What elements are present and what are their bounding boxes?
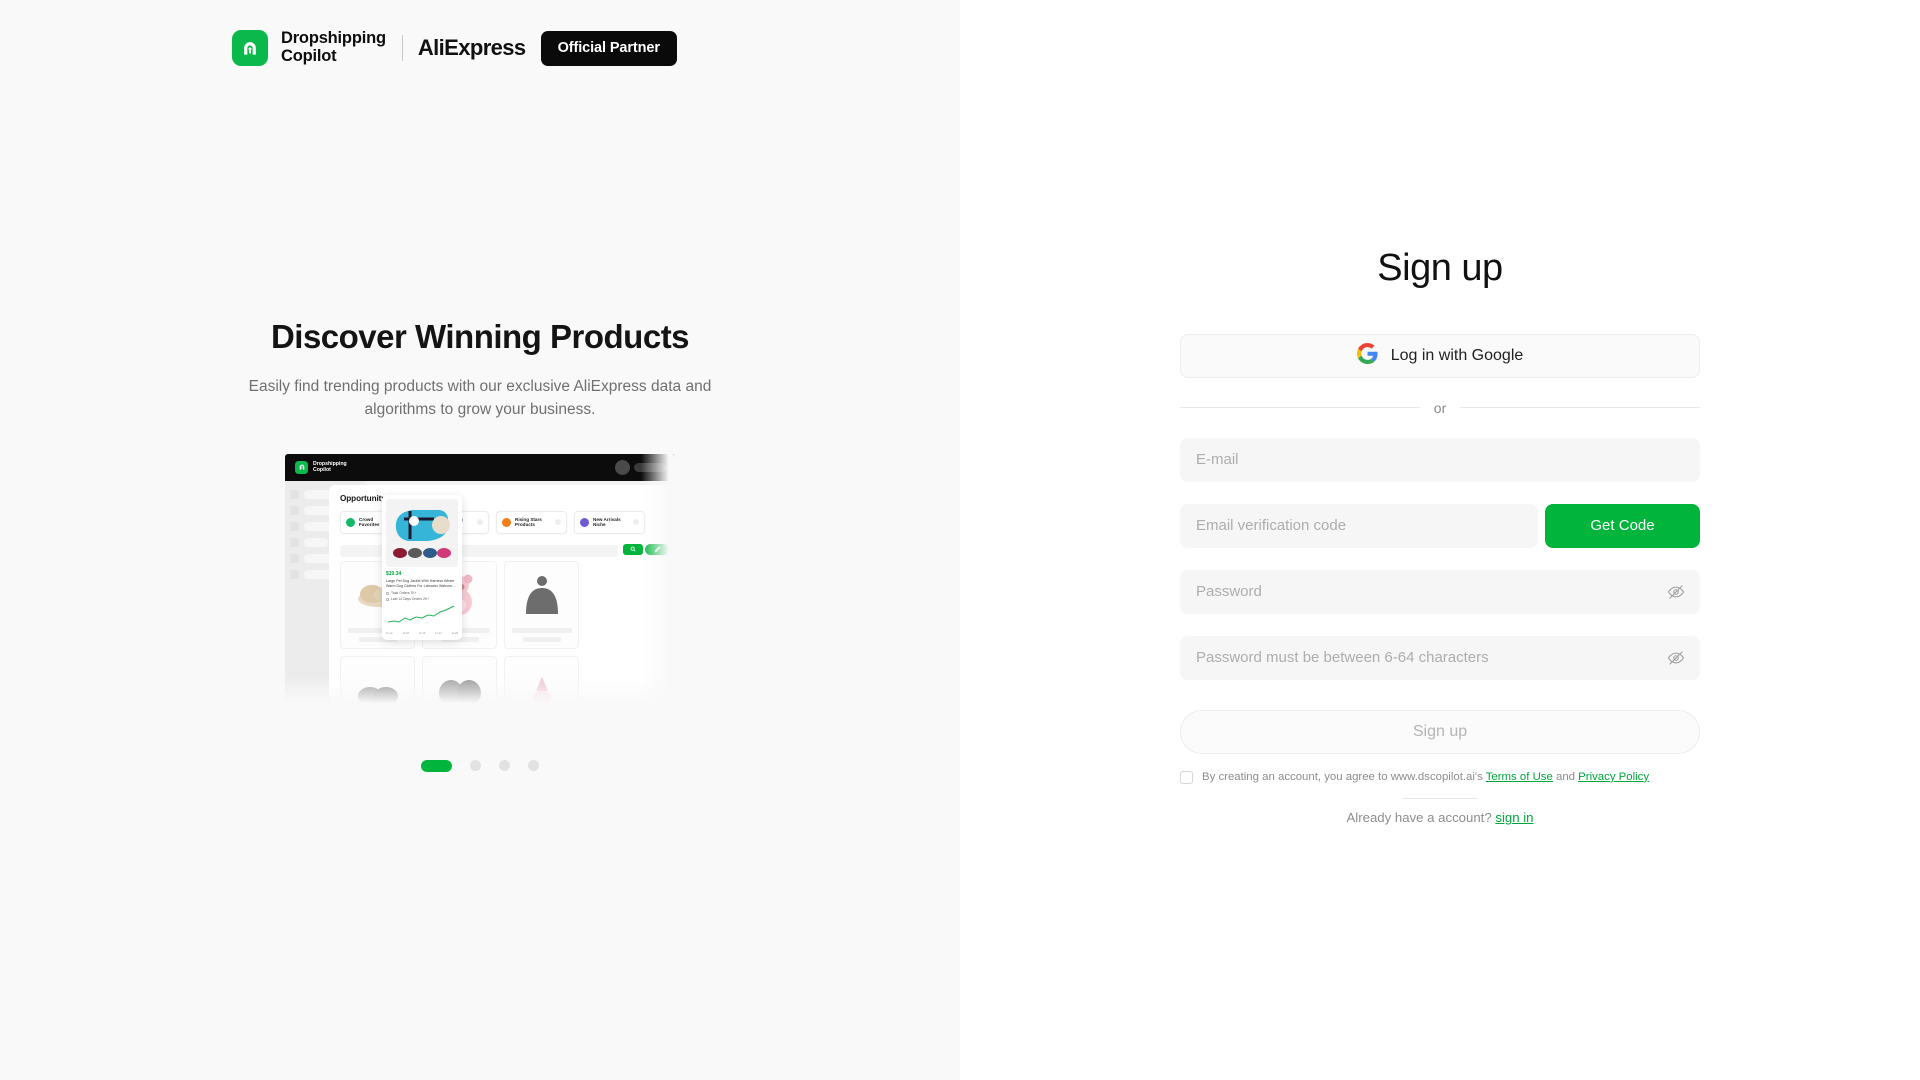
stat-label: Last 14 Days Orders 2K+ — [391, 597, 429, 601]
divider-line-left — [1180, 407, 1420, 408]
stat-label: Total Orders 7K+ — [391, 591, 417, 595]
mockup-topbar: Dropshipping Copilot — [285, 454, 675, 481]
stat-box-icon — [386, 592, 389, 595]
product-thumbnail — [512, 664, 572, 707]
featured-total-orders: Total Orders 7K+ — [386, 591, 458, 595]
password-input[interactable] — [1196, 583, 1684, 600]
featured-recent-orders: Last 14 Days Orders 2K+ — [386, 597, 458, 601]
tab-ghost-dot — [477, 519, 483, 525]
mockup-avatar — [615, 460, 630, 475]
featured-product-title: Large Pet Dog Jacket With Harness Winter… — [386, 579, 458, 589]
mockup-product-card — [504, 561, 579, 649]
new-arrivals-niche-icon — [580, 518, 589, 527]
terms-of-use-link[interactable]: Terms of Use — [1486, 771, 1553, 783]
email-field[interactable] — [1180, 438, 1700, 482]
orders-trend-sparkline — [386, 604, 458, 626]
divider-label: or — [1434, 400, 1446, 416]
google-g-icon — [1357, 343, 1378, 369]
hero-subtitle: Easily find trending products with our e… — [235, 376, 725, 422]
divider-line-right — [1460, 407, 1700, 408]
confirm-password-field[interactable] — [1180, 636, 1700, 680]
mockup-tab-new-arrivals-niche: New Arrivals Niche — [574, 511, 645, 534]
search-icon — [623, 544, 643, 555]
featured-product-image — [386, 499, 458, 567]
small-divider — [1402, 798, 1478, 799]
mockup-tab-label: Rising Stars Products — [515, 517, 551, 528]
signin-link[interactable]: sign in — [1495, 810, 1533, 825]
mockup-opportunity-finder-panel: Opportunity Finder Crowd Favorites DS Wi… — [329, 485, 675, 707]
verification-code-input[interactable] — [1196, 517, 1522, 534]
mockup-product-card — [340, 656, 415, 707]
right-signup-panel: Sign up Log in with Google or — [960, 0, 1920, 1080]
signup-page: Dropshipping Copilot AliExpress Official… — [0, 0, 1920, 1080]
mockup-product-card — [504, 656, 579, 707]
eye-off-icon[interactable] — [1667, 583, 1685, 601]
mockup-topbar-pill — [634, 463, 667, 472]
divider-or: or — [1180, 400, 1700, 416]
mockup-grid-column — [504, 561, 579, 707]
mockup-tab-rising-stars-products: Rising Stars Products — [496, 511, 567, 534]
terms-checkbox[interactable] — [1180, 771, 1193, 784]
hero-section: Discover Winning Products Easily find tr… — [0, 0, 960, 1080]
mockup-featured-product-card: $10.34 Large Pet Dog Jacket With Harness… — [382, 495, 462, 640]
edit-icon — [645, 544, 669, 555]
privacy-policy-link[interactable]: Privacy Policy — [1578, 771, 1649, 783]
mockup-tab-label: New Arrivals Niche — [593, 517, 629, 528]
google-login-button[interactable]: Log in with Google — [1180, 334, 1700, 378]
verification-code-field[interactable] — [1180, 504, 1538, 548]
signup-form: Sign up Log in with Google or — [1180, 248, 1700, 825]
tab-ghost-dot — [633, 519, 639, 525]
rising-stars-products-icon — [502, 518, 511, 527]
signup-submit-button[interactable]: Sign up — [1180, 710, 1700, 754]
get-code-button[interactable]: Get Code — [1545, 504, 1700, 548]
product-thumbnail — [430, 664, 490, 707]
mockup-brand-label: Dropshipping Copilot — [313, 461, 347, 473]
page-title: Discover Winning Products — [271, 318, 689, 356]
product-thumbnail — [512, 569, 572, 621]
product-mockup-image: Dropshipping Copilot Opportunity Fi — [285, 454, 675, 707]
password-field[interactable] — [1180, 570, 1700, 614]
carousel-dots[interactable] — [421, 760, 539, 772]
crowd-favorites-icon — [346, 518, 355, 527]
terms-conjunction: and — [1553, 771, 1578, 783]
featured-product-price: $10.34 — [386, 571, 458, 577]
mockup-body: Opportunity Finder Crowd Favorites DS Wi… — [285, 481, 675, 707]
terms-prefix: By creating an account, you agree to www… — [1202, 771, 1486, 783]
eye-off-icon[interactable] — [1667, 649, 1685, 667]
terms-agreement-row: By creating an account, you agree to www… — [1180, 770, 1700, 785]
signin-prompt: Already have a account? — [1347, 810, 1496, 825]
tab-ghost-dot — [555, 519, 561, 525]
signup-title: Sign up — [1180, 248, 1700, 290]
stat-box-icon — [386, 598, 389, 601]
email-input[interactable] — [1196, 451, 1684, 468]
carousel-dot-4[interactable] — [528, 760, 539, 771]
sparkline-axis-labels: 11-1212-1811-2011-2411-28 — [386, 632, 458, 635]
google-login-label: Log in with Google — [1391, 347, 1524, 365]
left-marketing-panel: Dropshipping Copilot AliExpress Official… — [0, 0, 960, 1080]
confirm-password-input[interactable] — [1196, 649, 1684, 666]
product-thumbnail — [348, 664, 408, 707]
verification-code-row: Get Code — [1180, 504, 1700, 548]
carousel-dot-3[interactable] — [499, 760, 510, 771]
carousel-dot-2[interactable] — [470, 760, 481, 771]
signin-prompt-row: Already have a account? sign in — [1180, 810, 1700, 825]
terms-text: By creating an account, you agree to www… — [1202, 770, 1649, 785]
carousel-dot-1[interactable] — [421, 760, 452, 772]
mockup-logo-icon — [295, 461, 308, 474]
mockup-product-card — [422, 656, 497, 707]
